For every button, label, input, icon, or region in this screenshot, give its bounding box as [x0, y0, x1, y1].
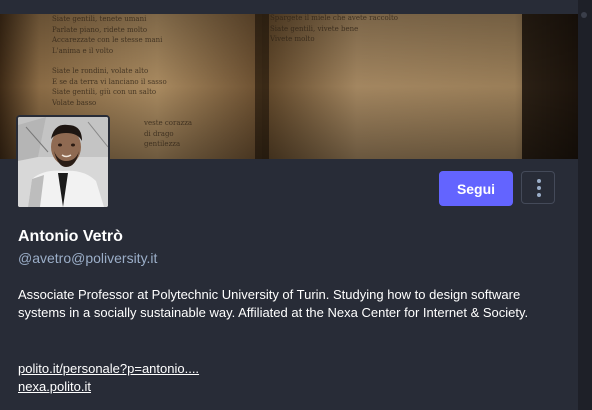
follow-button[interactable]: Segui [439, 171, 513, 206]
top-strip [0, 0, 578, 14]
poem-line: Siate gentili, giù con un salto [52, 88, 157, 96]
poem-line: Parlate piano, ridete molto [52, 25, 148, 34]
scrollbar-thumb[interactable] [581, 12, 587, 18]
poem-line: Vivete molto [270, 35, 315, 43]
bio-text: Associate Professor at Polytechnic Unive… [18, 287, 529, 320]
profile-links: polito.it/personale?p=antonio.... nexa.p… [18, 360, 199, 396]
poem-line: E se da terra vi lanciano il sasso [52, 77, 167, 86]
scrollbar[interactable] [578, 0, 592, 410]
poem-line: Siate gentili, vivete bene [270, 24, 359, 33]
poem-line [52, 56, 222, 66]
more-options-button[interactable] [521, 171, 555, 204]
poem-line: Accarezzate con le stesse mani [52, 36, 163, 44]
poem-line: Siate gentili, tenete umani [52, 15, 147, 23]
avatar[interactable] [16, 115, 110, 209]
poem-line: Volate basso [52, 98, 97, 107]
account-handle: @avetro@poliversity.it [18, 250, 158, 266]
profile-window: Siate gentili, tenete umani Parlate pian… [0, 0, 592, 410]
poem-line: Siate le rondini, volate alto [52, 67, 149, 75]
right-page-text: Spargete il miele che avete raccolto Sia… [270, 14, 470, 45]
poem-line: L'anima e il volto [52, 46, 114, 55]
link-polito-personal[interactable]: polito.it/personale?p=antonio.... [18, 360, 199, 378]
poem-line: Spargete il miele che avete raccolto [270, 14, 399, 22]
display-name: Antonio Vetrò [18, 228, 123, 245]
account-bio: Associate Professor at Polytechnic Unive… [18, 286, 558, 322]
account-header-card: Siate gentili, tenete umani Parlate pian… [0, 0, 578, 410]
link-nexa[interactable]: nexa.polito.it [18, 378, 199, 396]
